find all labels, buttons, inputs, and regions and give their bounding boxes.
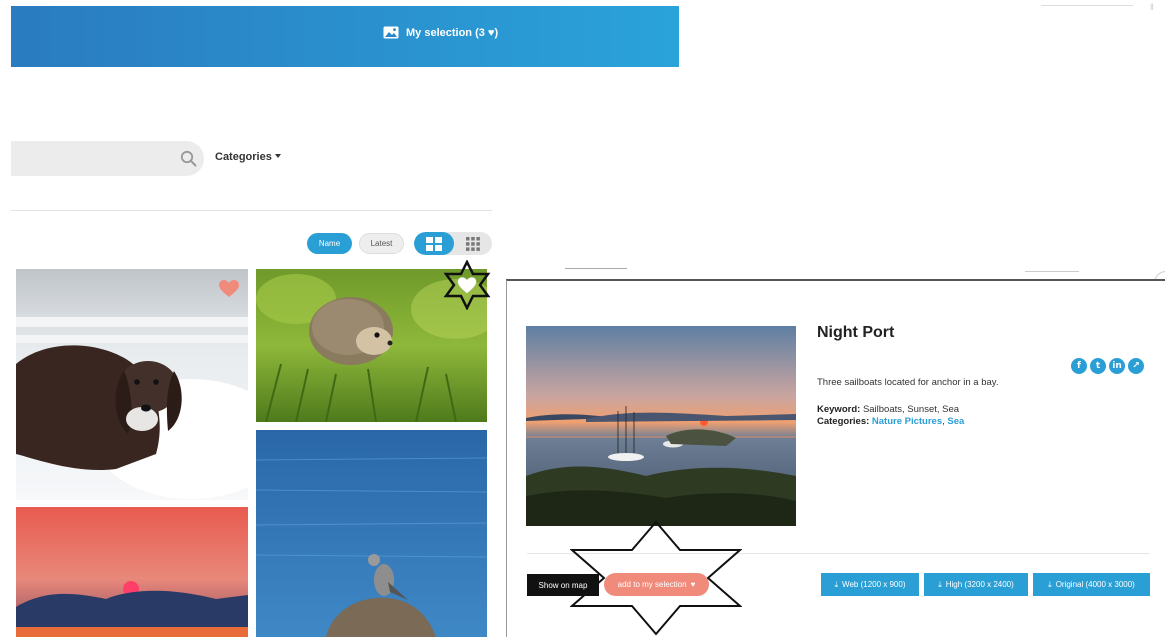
add-to-selection-button[interactable]: add to my selection ♥ [604, 573, 709, 596]
favorite-heart-icon[interactable] [219, 280, 239, 298]
divider [565, 268, 627, 269]
keywords-label: Keyword: [817, 404, 861, 415]
facebook-icon[interactable]: f [1071, 358, 1087, 374]
detail-photo-night-port [526, 326, 796, 526]
download-icon: ⤓ [834, 579, 839, 589]
selected-star-heart-icon[interactable] [442, 260, 492, 310]
download-original-label: Original (4000 x 3000) [1055, 580, 1135, 589]
small-grid-icon [466, 236, 480, 251]
categories-meta-label: Categories: [817, 416, 870, 427]
twitter-icon[interactable]: t [1090, 358, 1106, 374]
categories-line: Categories: Nature Pictures, Sea [817, 416, 964, 427]
photo-description: Three sailboats located for anchor in a … [817, 377, 999, 388]
download-icon: ⤓ [1048, 579, 1052, 589]
large-grid-icon [426, 236, 442, 251]
category-link-nature[interactable]: Nature Pictures [872, 416, 942, 427]
download-web-button[interactable]: ⤓ Web (1200 x 900) [821, 573, 919, 596]
download-icon: ⤓ [938, 579, 942, 589]
categories-label: Categories [215, 151, 272, 163]
small-grid-button[interactable] [454, 232, 492, 255]
sort-latest-button[interactable]: Latest [359, 233, 404, 254]
download-web-label: Web (1200 x 900) [842, 580, 906, 589]
photo-bird-rock[interactable] [256, 430, 487, 637]
my-selection-button[interactable]: My selection (3 ♥) [383, 26, 498, 39]
download-original-button[interactable]: ⤓ Original (4000 x 3000) [1033, 573, 1150, 596]
large-grid-button[interactable] [414, 232, 454, 255]
search-icon[interactable] [180, 150, 197, 167]
photo-dog-snow[interactable] [16, 269, 248, 500]
social-share-bar: f t in ↗ [1071, 358, 1144, 374]
categories-dropdown[interactable]: Categories [215, 151, 281, 163]
category-link-sea[interactable]: Sea [947, 416, 964, 427]
header-banner: My selection (3 ♥) [11, 6, 679, 67]
linkedin-icon[interactable]: in [1109, 358, 1125, 374]
photo-sunset[interactable] [16, 507, 248, 637]
search-input[interactable] [11, 141, 161, 176]
sort-name-button[interactable]: Name [307, 233, 352, 254]
add-to-selection-label: add to my selection [617, 580, 687, 589]
download-high-button[interactable]: ⤓ High (3200 x 2400) [924, 573, 1028, 596]
divider [11, 210, 492, 211]
scroll-indicator: ‖ [1150, 2, 1154, 12]
divider [1025, 271, 1079, 272]
image-icon [383, 26, 399, 39]
search-bar [11, 141, 204, 176]
view-toggle [414, 232, 492, 255]
download-high-label: High (3200 x 2400) [945, 580, 1014, 589]
my-selection-label: My selection (3 [406, 26, 488, 39]
category-separator: , [942, 416, 945, 427]
heart-icon: ♥ [690, 580, 696, 589]
divider [1041, 5, 1133, 6]
keywords-line: Keyword: Sailboats, Sunset, Sea [817, 404, 959, 415]
caret-down-icon [274, 154, 281, 158]
photo-title: Night Port [817, 324, 895, 341]
external-link-icon[interactable]: ↗ [1128, 358, 1144, 374]
heart-icon: ♥ [487, 26, 495, 39]
keywords-value: Sailboats, Sunset, Sea [862, 404, 960, 415]
